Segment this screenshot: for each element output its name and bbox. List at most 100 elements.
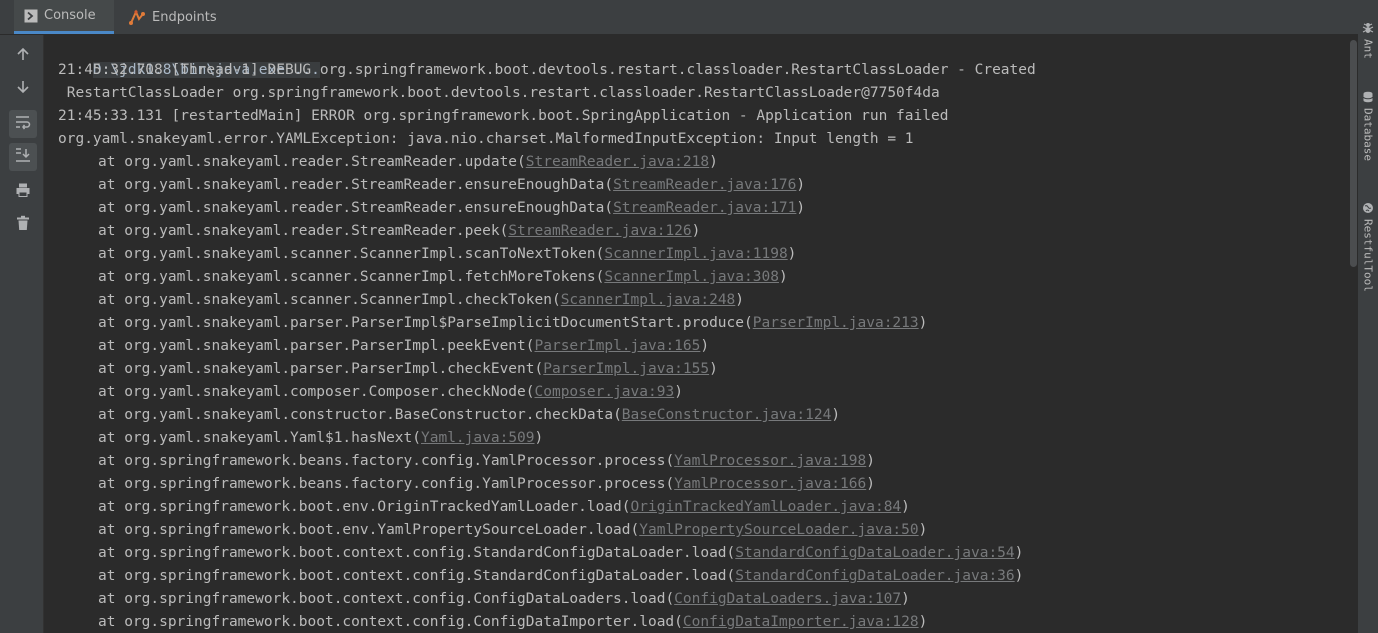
source-link[interactable]: Yaml.java:509 <box>421 430 535 446</box>
stack-frame-method: at org.yaml.snakeyaml.parser.ParserImpl$… <box>98 315 745 331</box>
stack-frame-line: at org.springframework.beans.factory.con… <box>58 450 875 473</box>
source-link[interactable]: ParserImpl.java:165 <box>535 338 701 354</box>
stack-frame-line: at org.yaml.snakeyaml.composer.Composer.… <box>58 381 683 404</box>
stack-frame-method: at org.yaml.snakeyaml.reader.StreamReade… <box>98 177 605 193</box>
stack-frame-line: at org.springframework.boot.context.conf… <box>58 588 910 611</box>
console-output[interactable]: D:\jdk1.8\bin\java.exe ... 21:45:32.708 … <box>44 35 1347 633</box>
stack-frame-line: at org.yaml.snakeyaml.reader.StreamReade… <box>58 174 805 197</box>
stack-frame-method: at org.yaml.snakeyaml.scanner.ScannerImp… <box>98 269 596 285</box>
print-button[interactable] <box>9 178 37 206</box>
close-paren: ) <box>691 223 701 239</box>
arrow-up-icon <box>15 46 31 66</box>
database-icon <box>1362 91 1374 106</box>
ant-icon <box>1362 22 1374 37</box>
close-paren: ) <box>796 200 806 216</box>
stack-frame-method: at org.yaml.snakeyaml.reader.StreamReade… <box>98 154 518 170</box>
open-paren: ( <box>517 154 526 170</box>
open-paren: ( <box>665 453 675 469</box>
open-paren: ( <box>665 591 675 607</box>
source-link[interactable]: StreamReader.java:126 <box>508 223 691 239</box>
open-paren: ( <box>726 545 736 561</box>
open-paren: ( <box>630 522 640 538</box>
source-link[interactable]: BaseConstructor.java:124 <box>622 407 832 423</box>
tool-window-tabbar: Console Endpoints <box>0 0 1358 35</box>
close-paren: ) <box>787 246 797 262</box>
close-paren: ) <box>709 361 718 377</box>
stack-frame-line: at org.springframework.beans.factory.con… <box>58 473 875 496</box>
console-icon <box>24 9 38 23</box>
source-link[interactable]: ScannerImpl.java:1198 <box>604 246 787 262</box>
ant-tool-label: Ant <box>1361 39 1375 59</box>
stack-frame-method: at org.yaml.snakeyaml.parser.ParserImpl.… <box>98 338 526 354</box>
stack-frame-method: at org.springframework.boot.env.YamlProp… <box>98 522 631 538</box>
restfultool-tool-button[interactable]: RestfulTool <box>1358 202 1378 292</box>
open-paren: ( <box>534 361 544 377</box>
tab-console[interactable]: Console <box>14 0 114 34</box>
source-link[interactable]: ConfigDataLoaders.java:107 <box>674 591 901 607</box>
close-paren: ) <box>778 269 788 285</box>
close-paren: ) <box>918 522 928 538</box>
scrollbar-thumb[interactable] <box>1350 40 1357 267</box>
source-link[interactable]: StandardConfigDataLoader.java:54 <box>735 545 1014 561</box>
trash-icon <box>15 215 31 235</box>
soft-wrap-button[interactable] <box>9 110 37 138</box>
soft-wrap-icon <box>14 114 32 134</box>
stack-frame-line: at org.springframework.boot.context.conf… <box>58 565 1023 588</box>
print-icon <box>15 182 31 202</box>
clear-all-button[interactable] <box>9 211 37 239</box>
database-tool-button[interactable]: Database <box>1358 91 1378 161</box>
source-link[interactable]: ConfigDataImporter.java:128 <box>683 614 919 630</box>
open-paren: ( <box>551 292 561 308</box>
tab-endpoints[interactable]: Endpoints <box>126 0 217 34</box>
source-link[interactable]: StreamReader.java:176 <box>613 177 796 193</box>
stack-frame-method: at org.springframework.beans.factory.con… <box>98 476 666 492</box>
source-link[interactable]: ParserImpl.java:213 <box>753 315 919 331</box>
source-link[interactable]: StandardConfigDataLoader.java:36 <box>735 568 1014 584</box>
up-stack-trace-button[interactable] <box>9 42 37 70</box>
stack-frame-line: at org.yaml.snakeyaml.constructor.BaseCo… <box>58 404 840 427</box>
stack-frame-line: at org.springframework.boot.env.YamlProp… <box>58 519 927 542</box>
stack-frame-method: at org.yaml.snakeyaml.Yaml$1.hasNext <box>98 430 413 446</box>
stack-frame-method: at org.yaml.snakeyaml.reader.StreamReade… <box>98 223 500 239</box>
source-link[interactable]: YamlProcessor.java:198 <box>674 453 866 469</box>
close-paren: ) <box>831 407 841 423</box>
down-stack-trace-button[interactable] <box>9 75 37 103</box>
open-paren: ( <box>621 499 631 515</box>
close-paren: ) <box>735 292 745 308</box>
source-link[interactable]: StreamReader.java:218 <box>526 154 709 170</box>
source-link[interactable]: ScannerImpl.java:308 <box>604 269 779 285</box>
open-paren: ( <box>525 338 535 354</box>
stack-frame-line: at org.yaml.snakeyaml.reader.StreamReade… <box>58 220 700 243</box>
source-link[interactable]: OriginTrackedYamlLoader.java:84 <box>631 499 902 515</box>
stack-frame-method: at org.yaml.snakeyaml.parser.ParserImpl.… <box>98 361 535 377</box>
scroll-to-end-button[interactable] <box>9 143 37 171</box>
close-paren: ) <box>700 338 710 354</box>
open-paren: ( <box>726 568 736 584</box>
source-link[interactable]: ScannerImpl.java:248 <box>561 292 736 308</box>
open-paren: ( <box>674 614 683 630</box>
source-link[interactable]: YamlProcessor.java:166 <box>674 476 866 492</box>
stack-frame-line: at org.springframework.boot.context.conf… <box>58 542 1023 565</box>
tab-console-label: Console <box>44 8 96 23</box>
stack-frame-method: at org.yaml.snakeyaml.scanner.ScannerImp… <box>98 246 596 262</box>
stack-frame-method: at org.springframework.boot.context.conf… <box>98 614 675 630</box>
close-paren: ) <box>709 154 718 170</box>
open-paren: ( <box>604 177 614 193</box>
ant-tool-button[interactable]: Ant <box>1358 22 1378 59</box>
source-link[interactable]: StreamReader.java:171 <box>613 200 796 216</box>
stack-frame-line: at org.yaml.snakeyaml.Yaml$1.hasNext(Yam… <box>58 427 543 450</box>
stack-frame-method: at org.yaml.snakeyaml.composer.Composer.… <box>98 384 526 400</box>
open-paren: ( <box>525 384 535 400</box>
close-paren: ) <box>796 177 806 193</box>
stack-frame-line: at org.yaml.snakeyaml.parser.ParserImpl$… <box>58 312 927 335</box>
source-link[interactable]: Composer.java:93 <box>535 384 675 400</box>
console-toolbar <box>0 35 44 633</box>
source-link[interactable]: ParserImpl.java:155 <box>543 361 709 377</box>
close-paren: ) <box>674 384 683 400</box>
close-paren: ) <box>901 591 910 607</box>
stack-frame-method: at org.springframework.boot.context.conf… <box>98 591 666 607</box>
open-paren: ( <box>744 315 753 331</box>
stack-frame-line: at org.springframework.boot.context.conf… <box>58 611 927 633</box>
source-link[interactable]: YamlPropertySourceLoader.java:50 <box>639 522 918 538</box>
stack-frame-line: at org.yaml.snakeyaml.parser.ParserImpl.… <box>58 335 709 358</box>
